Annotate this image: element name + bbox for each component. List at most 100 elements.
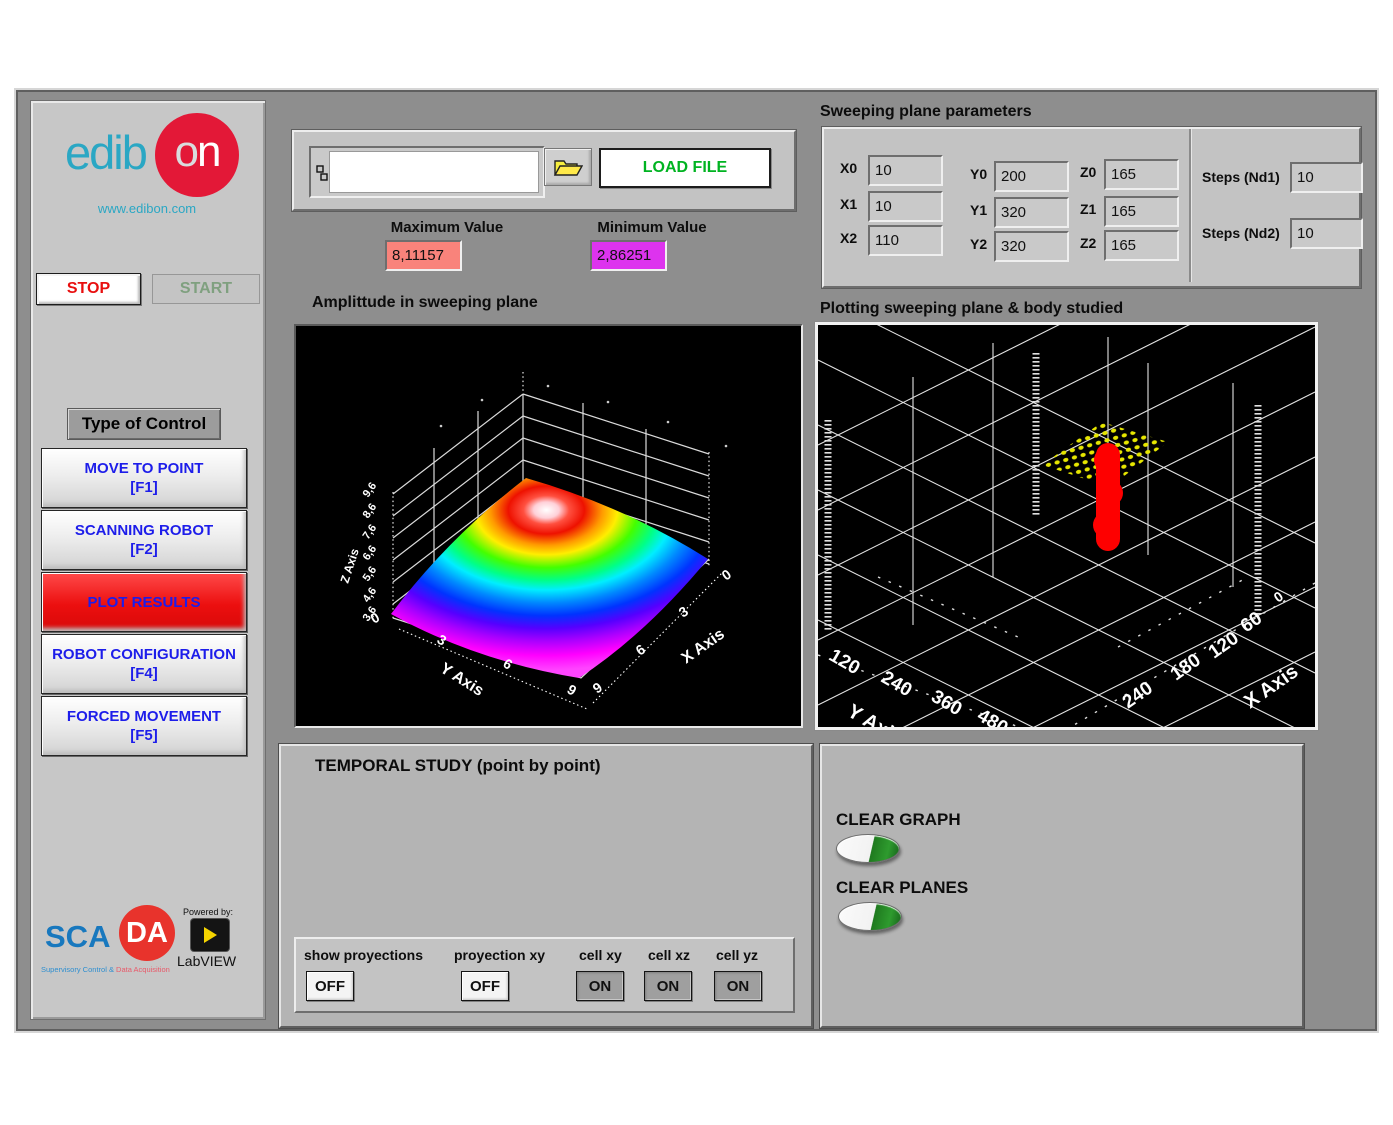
- proyection-xy-label: proyection xy: [454, 947, 545, 963]
- z-axis-label: Z Axis: [338, 546, 362, 584]
- z-tick: 7,6: [361, 522, 380, 541]
- cell-xy-label: cell xy: [579, 947, 622, 963]
- y-tick: 9: [564, 681, 579, 699]
- plotting-chart: 120 240 360 480 Y Axis 0 60 120 180 240 …: [818, 325, 1315, 727]
- cell-xy-toggle[interactable]: ON: [576, 971, 624, 1001]
- file-path-input[interactable]: [329, 151, 539, 193]
- start-button[interactable]: START: [152, 274, 260, 304]
- x-tick: 120: [1205, 628, 1243, 663]
- steps-nd1-label: Steps (Nd1): [1202, 169, 1280, 185]
- y2-field[interactable]: 320: [994, 231, 1069, 262]
- main-window: edib on www.edibon.com STOP START Type o…: [16, 90, 1377, 1031]
- x0-field[interactable]: 10: [868, 155, 943, 186]
- sidebar: edib on www.edibon.com STOP START Type o…: [30, 100, 266, 1020]
- file-loader-panel: LOAD FILE: [292, 130, 796, 211]
- forced-movement-button[interactable]: FORCED MOVEMENT [F5]: [41, 696, 247, 756]
- toggle-bar: show proyections OFF proyection xy OFF c…: [294, 937, 795, 1013]
- amplitude-plot-title: Amplittude in sweeping plane: [312, 294, 538, 312]
- path-icon: [316, 165, 329, 181]
- steps-nd2-field[interactable]: 10: [1290, 218, 1363, 249]
- x1-field[interactable]: 10: [868, 191, 943, 222]
- z0-field[interactable]: 165: [1104, 159, 1179, 190]
- y1-field[interactable]: 320: [994, 197, 1069, 228]
- show-proyections-label: show proyections: [304, 947, 423, 963]
- edibon-url: www.edibon.com: [67, 201, 227, 216]
- z2-label: Z2: [1080, 235, 1096, 251]
- x2-label: X2: [840, 230, 857, 246]
- move-to-point-button[interactable]: MOVE TO POINT [F1]: [41, 448, 247, 508]
- rainbow-surface: [391, 478, 708, 678]
- clear-panel: CLEAR GRAPH CLEAR PLANES: [820, 744, 1304, 1028]
- x-tick: 6: [633, 641, 649, 659]
- edibon-logo-circle: on: [155, 113, 239, 197]
- edibon-logo-text: edib: [65, 125, 146, 180]
- clear-planes-label: CLEAR PLANES: [836, 878, 968, 898]
- plot-results-button[interactable]: PLOT RESULTS: [41, 572, 247, 632]
- clear-graph-label: CLEAR GRAPH: [836, 810, 961, 830]
- y0-field[interactable]: 200: [994, 161, 1069, 192]
- y1-label: Y1: [970, 202, 987, 218]
- robot-configuration-button[interactable]: ROBOT CONFIGURATION [F4]: [41, 634, 247, 694]
- temporal-study-title: TEMPORAL STUDY (point by point): [315, 756, 601, 776]
- y-axis-label: Y Axis: [437, 660, 487, 700]
- labview-icon: [191, 919, 229, 951]
- y2-label: Y2: [970, 236, 987, 252]
- z-tick: 4,6: [361, 585, 380, 604]
- x-tick: 0: [719, 566, 735, 584]
- folder-icon: [553, 156, 583, 178]
- sweep-params-panel: X0 10 X1 10 X2 110 Y0 200 Y1 320 Y2 320 …: [822, 127, 1361, 288]
- scada-logo-circle: DA: [119, 905, 175, 961]
- plotting-plot-title: Plotting sweeping plane & body studied: [820, 300, 1123, 318]
- amplitude-surface-chart: 9,6 8,6 7,6 6,6 5,6 4,6 3,6 Z Axis 0 3 6…: [296, 326, 801, 726]
- x-tick: 60: [1237, 608, 1266, 637]
- z1-label: Z1: [1080, 201, 1096, 217]
- temporal-study-panel: TEMPORAL STUDY (point by point) show pro…: [279, 744, 813, 1028]
- perspective-grid: [818, 325, 1315, 727]
- cell-yz-toggle[interactable]: ON: [714, 971, 762, 1001]
- body-studied: [1093, 443, 1123, 551]
- steps-nd2-label: Steps (Nd2): [1202, 225, 1280, 241]
- labview-label: LabVIEW: [177, 953, 236, 969]
- y-axis-label: Y Axis: [844, 700, 907, 727]
- steps-nd1-field[interactable]: 10: [1290, 162, 1363, 193]
- y0-label: Y0: [970, 166, 987, 182]
- stop-button[interactable]: STOP: [36, 273, 141, 305]
- x-axis-label: X Axis: [679, 626, 728, 668]
- x-axis-label: X Axis: [1240, 660, 1302, 713]
- floor-dashes: [818, 577, 1315, 727]
- z-tick: 6,6: [361, 543, 380, 562]
- clear-planes-button[interactable]: [838, 902, 902, 931]
- y-tick: 120: [826, 645, 864, 679]
- file-path-control: [309, 146, 545, 198]
- type-of-control-label: Type of Control: [67, 408, 221, 440]
- x-tick: 3: [676, 603, 692, 621]
- amplitude-3d-plot: 9,6 8,6 7,6 6,6 5,6 4,6 3,6 Z Axis 0 3 6…: [294, 324, 803, 728]
- load-file-button[interactable]: LOAD FILE: [599, 148, 771, 188]
- minimum-value-indicator: 2,86251: [590, 240, 667, 271]
- minimum-value-label: Minimum Value: [567, 219, 737, 236]
- show-proyections-toggle[interactable]: OFF: [306, 971, 354, 1001]
- x1-label: X1: [840, 196, 857, 212]
- cell-xz-label: cell xz: [648, 947, 690, 963]
- browse-folder-button[interactable]: [544, 148, 592, 186]
- z2-field[interactable]: 165: [1104, 230, 1179, 261]
- y-tick: 480: [974, 705, 1012, 727]
- proyection-xy-toggle[interactable]: OFF: [461, 971, 509, 1001]
- sweep-params-title: Sweeping plane parameters: [820, 103, 1032, 121]
- z-tick: 8,6: [361, 501, 380, 520]
- scanning-robot-button[interactable]: SCANNING ROBOT [F2]: [41, 510, 247, 570]
- maximum-value-indicator: 8,11157: [385, 240, 462, 271]
- x2-field[interactable]: 110: [868, 225, 943, 256]
- z-tick: 9,6: [361, 480, 380, 499]
- x0-label: X0: [840, 160, 857, 176]
- hatched-tick-bands: [828, 353, 1258, 630]
- plotting-3d-plot: 120 240 360 480 Y Axis 0 60 120 180 240 …: [815, 322, 1318, 730]
- maximum-value-label: Maximum Value: [362, 219, 532, 236]
- cell-xz-toggle[interactable]: ON: [644, 971, 692, 1001]
- z1-field[interactable]: 165: [1104, 196, 1179, 227]
- clear-graph-button[interactable]: [836, 834, 900, 863]
- z0-label: Z0: [1080, 164, 1096, 180]
- powered-by-label: Powered by:: [183, 907, 233, 917]
- sweep-panel-divider: [1189, 129, 1192, 282]
- x-tick: 9: [590, 679, 606, 697]
